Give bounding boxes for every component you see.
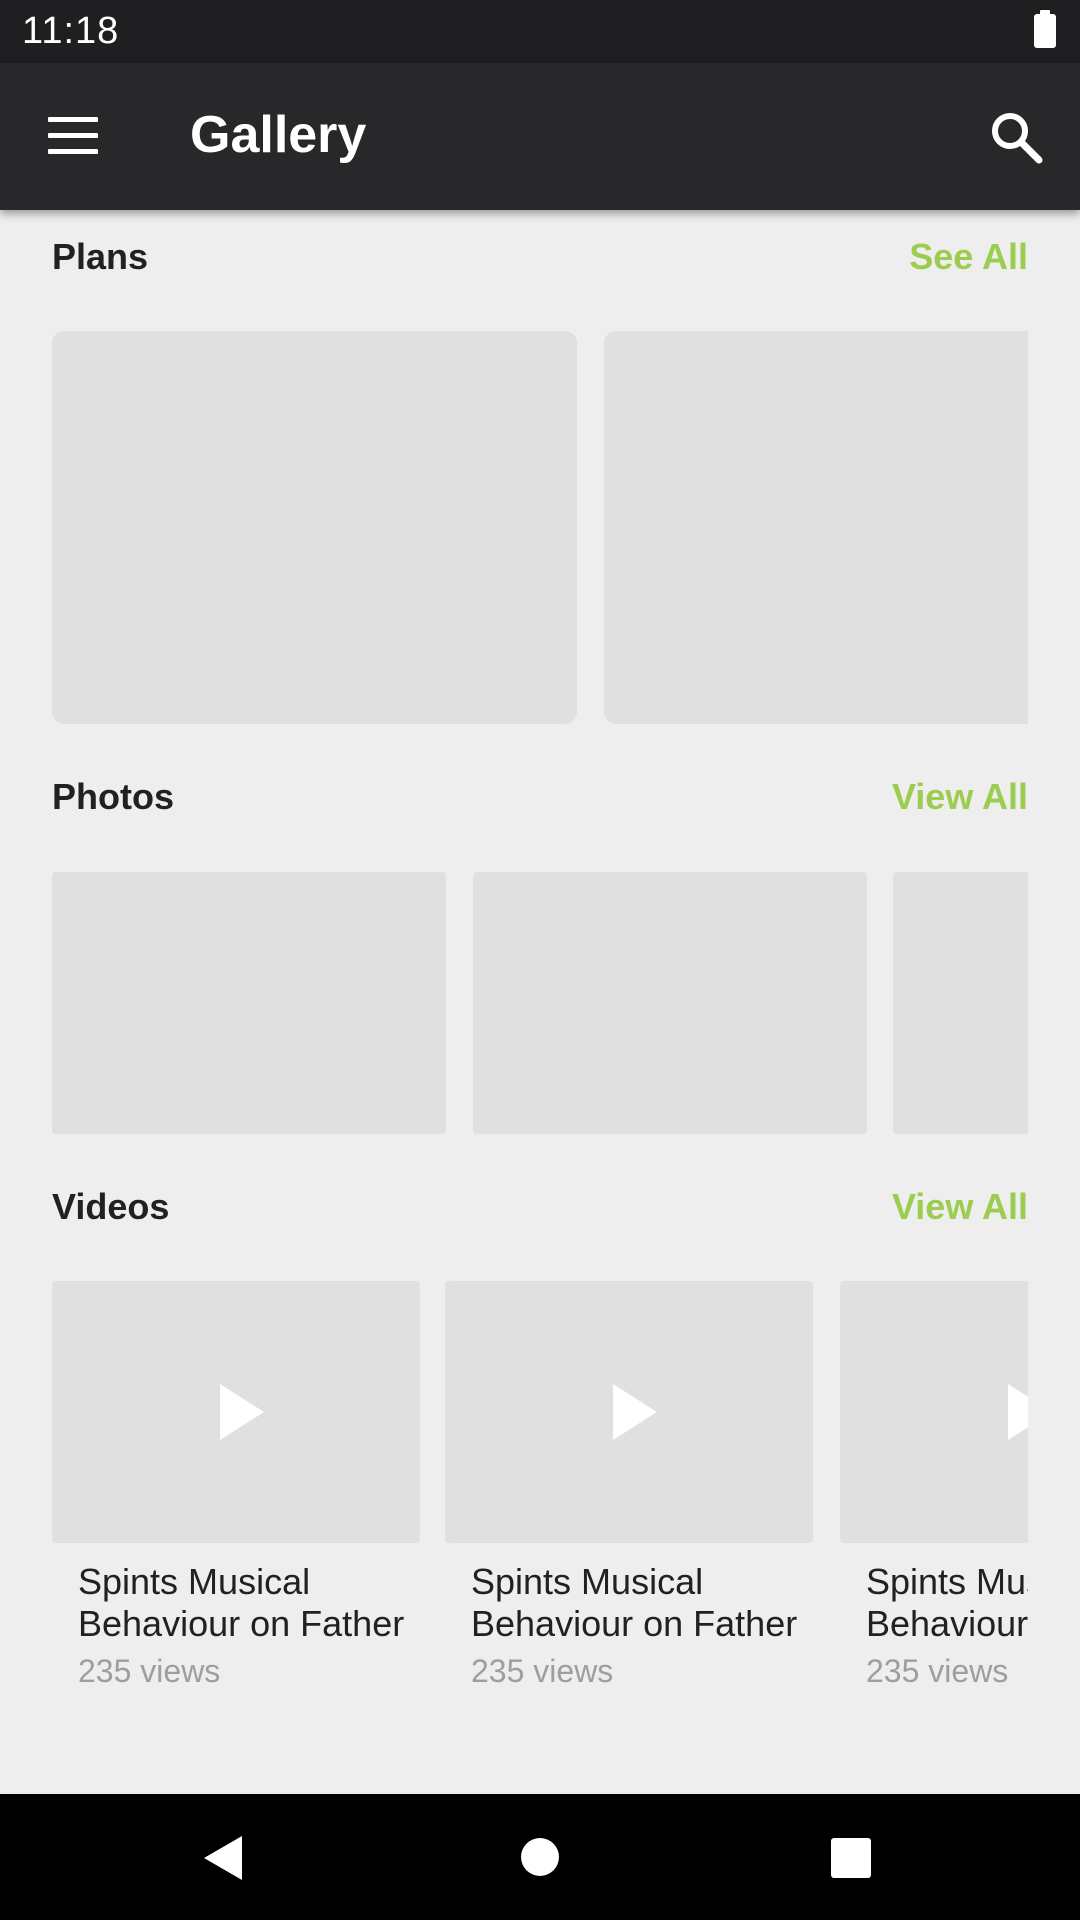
plans-see-all-link[interactable]: See All bbox=[909, 236, 1028, 278]
system-nav-bar bbox=[0, 1794, 1080, 1920]
videos-carousel[interactable]: Spints Musical Behaviour on Father 235 v… bbox=[52, 1281, 1028, 1721]
play-icon bbox=[220, 1384, 264, 1440]
photos-section-header: Photos View All bbox=[52, 776, 1028, 836]
play-icon bbox=[1008, 1384, 1028, 1440]
video-views: 235 views bbox=[866, 1653, 1009, 1689]
photos-carousel[interactable] bbox=[52, 872, 1028, 1134]
video-views: 235 views bbox=[78, 1653, 221, 1689]
video-title: Spints Musical Behaviour on Father bbox=[78, 1561, 405, 1644]
video-title: Spints Musical Behaviour on Father bbox=[866, 1561, 1028, 1644]
video-thumbnail[interactable] bbox=[445, 1281, 813, 1543]
back-icon[interactable] bbox=[204, 1836, 242, 1880]
recents-icon[interactable] bbox=[831, 1838, 871, 1878]
search-icon[interactable] bbox=[988, 109, 1044, 165]
plans-section-header: Plans See All bbox=[52, 236, 1028, 296]
video-views: 235 views bbox=[471, 1653, 614, 1689]
status-time: 11:18 bbox=[22, 10, 120, 52]
videos-section-header: Videos View All bbox=[52, 1186, 1028, 1246]
plan-card[interactable] bbox=[52, 331, 577, 724]
photos-view-all-link[interactable]: View All bbox=[892, 776, 1028, 818]
photo-card[interactable] bbox=[893, 872, 1028, 1134]
photo-card[interactable] bbox=[52, 872, 446, 1134]
videos-view-all-link[interactable]: View All bbox=[892, 1186, 1028, 1228]
video-thumbnail[interactable] bbox=[52, 1281, 420, 1543]
plan-card[interactable] bbox=[604, 331, 1028, 724]
photos-title: Photos bbox=[52, 776, 174, 817]
video-thumbnail[interactable] bbox=[840, 1281, 1028, 1543]
page-title: Gallery bbox=[190, 106, 367, 164]
plans-carousel[interactable] bbox=[52, 331, 1028, 724]
video-title: Spints Musical Behaviour on Father bbox=[471, 1561, 798, 1644]
gallery-content[interactable]: Plans See All Photos View All Videos Vie… bbox=[0, 210, 1080, 1794]
photo-card[interactable] bbox=[473, 872, 867, 1134]
status-bar: 11:18 bbox=[0, 0, 1080, 63]
app-bar: Gallery bbox=[0, 63, 1080, 210]
videos-title: Videos bbox=[52, 1186, 170, 1227]
play-icon bbox=[613, 1384, 657, 1440]
menu-icon[interactable] bbox=[48, 117, 98, 157]
battery-icon bbox=[1034, 10, 1056, 48]
plans-title: Plans bbox=[52, 236, 149, 277]
home-icon[interactable] bbox=[521, 1838, 559, 1876]
